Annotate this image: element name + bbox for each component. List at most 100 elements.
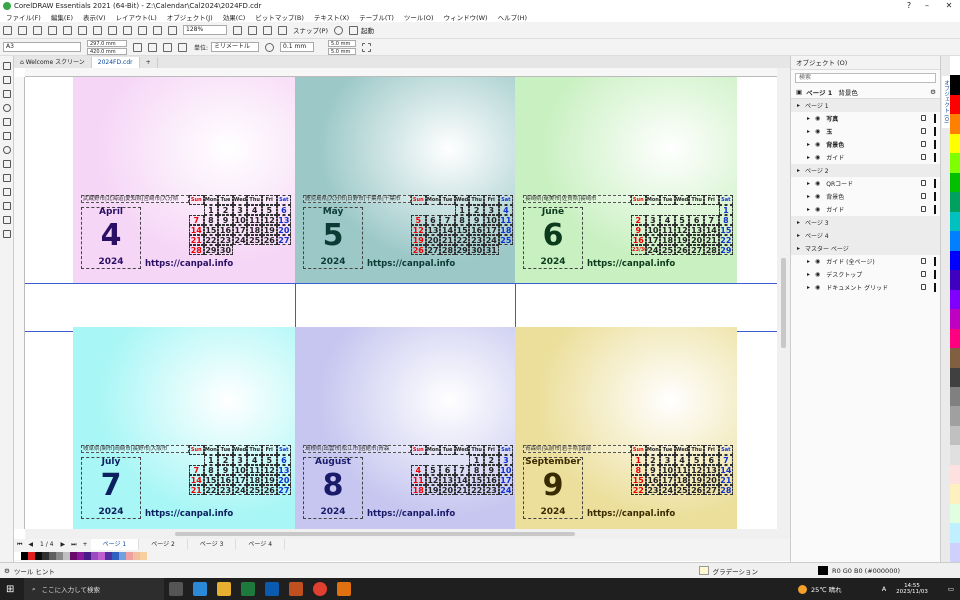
page-width-input[interactable]: 297.0 mm bbox=[87, 39, 127, 47]
horizontal-scrollbar[interactable] bbox=[25, 529, 790, 539]
tree-page-node[interactable]: ▸ マスター ページ bbox=[791, 242, 940, 255]
nudge-distance-input[interactable]: 0.1 mm bbox=[280, 42, 315, 52]
tree-layer-node[interactable]: ▸ ◉ QRコード bbox=[791, 177, 940, 190]
expand-chevron-icon[interactable]: ▸ bbox=[797, 219, 800, 226]
prev-page-icon[interactable]: ◀ bbox=[25, 541, 36, 548]
cut-icon[interactable] bbox=[63, 25, 72, 35]
duplicate-x-input[interactable]: 5.0 mm bbox=[328, 39, 357, 47]
docker-options-gear-icon[interactable]: ⚙ bbox=[930, 88, 936, 96]
import-icon[interactable] bbox=[138, 25, 147, 35]
color-swatch[interactable] bbox=[133, 551, 140, 560]
outlook-icon[interactable] bbox=[265, 582, 279, 596]
freehand-tool-icon[interactable] bbox=[3, 118, 11, 126]
color-swatch[interactable] bbox=[105, 551, 112, 560]
page-frame-icon[interactable] bbox=[362, 42, 372, 52]
color-swatch[interactable] bbox=[63, 551, 70, 560]
color-swatch[interactable] bbox=[112, 551, 119, 560]
ime-indicator[interactable]: A bbox=[882, 585, 886, 593]
portrait-icon[interactable] bbox=[133, 42, 142, 52]
color-swatch[interactable] bbox=[950, 309, 960, 329]
tree-layer-node[interactable]: ▸ ◉ 背景色 bbox=[791, 138, 940, 151]
color-swatch[interactable] bbox=[950, 367, 960, 387]
color-swatch[interactable] bbox=[950, 406, 960, 426]
lock-icon[interactable] bbox=[921, 284, 926, 290]
explorer-icon[interactable] bbox=[217, 582, 231, 596]
color-swatch[interactable] bbox=[950, 211, 960, 232]
tree-page-node[interactable]: ▸ ページ 4 bbox=[791, 229, 940, 242]
zoom-level-input[interactable]: 128% bbox=[183, 25, 227, 35]
ellipse-tool-icon[interactable] bbox=[3, 146, 11, 154]
open-icon[interactable] bbox=[18, 25, 27, 35]
color-swatch[interactable] bbox=[950, 270, 960, 290]
paper-size-select[interactable]: A3 bbox=[3, 42, 81, 52]
app-icon[interactable] bbox=[289, 582, 303, 596]
color-swatch[interactable] bbox=[950, 386, 960, 407]
current-page-icon[interactable] bbox=[178, 42, 187, 52]
color-swatch[interactable] bbox=[119, 551, 126, 560]
polygon-tool-icon[interactable] bbox=[3, 160, 11, 168]
color-swatch[interactable] bbox=[950, 464, 960, 485]
page-tab-1[interactable]: ページ 1 bbox=[90, 539, 140, 550]
save-icon[interactable] bbox=[33, 25, 42, 35]
vertical-ruler[interactable] bbox=[14, 77, 25, 529]
new-tab-icon[interactable]: + bbox=[139, 57, 158, 68]
color-swatch[interactable] bbox=[35, 551, 42, 560]
scroll-thumb[interactable] bbox=[781, 258, 786, 348]
expand-chevron-icon[interactable]: ▸ bbox=[807, 258, 810, 265]
calendar-panel[interactable]: 鹿児島県|大分市|日野市|千葉県|千葉市 May 5 2024 https://canp… bbox=[295, 77, 515, 283]
calendar-panel[interactable]: 島根県|出雲市|松江市|函館市|青森 August 8 2024 https://can… bbox=[295, 327, 515, 529]
color-swatch[interactable] bbox=[950, 94, 960, 115]
lock-icon[interactable] bbox=[921, 115, 926, 121]
lock-icon[interactable] bbox=[921, 180, 926, 186]
new-document-icon[interactable] bbox=[3, 25, 12, 35]
lock-icon[interactable] bbox=[921, 258, 926, 264]
color-swatch[interactable] bbox=[950, 75, 960, 95]
lock-icon[interactable] bbox=[921, 141, 926, 147]
color-swatch[interactable] bbox=[950, 56, 960, 76]
clock[interactable]: 14:55 2023/11/03 bbox=[896, 583, 928, 595]
tree-layer-node[interactable]: ▸ ◉ デスクトップ bbox=[791, 268, 940, 281]
expand-chevron-icon[interactable]: ▸ bbox=[807, 128, 810, 135]
add-page-icon[interactable]: + bbox=[80, 541, 91, 548]
menu-item[interactable]: ツール(O) bbox=[404, 12, 434, 22]
expand-chevron-icon[interactable]: ▸ bbox=[807, 141, 810, 148]
expand-chevron-icon[interactable]: ▸ bbox=[807, 193, 810, 200]
last-page-icon[interactable]: ⏭ bbox=[68, 541, 79, 549]
color-swatch[interactable] bbox=[140, 551, 147, 560]
options-gear-icon[interactable] bbox=[334, 25, 343, 35]
zoom-tool-icon[interactable] bbox=[3, 104, 11, 112]
objects-docker-tab[interactable]: オブジェクト (O) bbox=[942, 76, 950, 128]
crop-tool-icon[interactable] bbox=[3, 90, 11, 98]
next-page-icon[interactable]: ▶ bbox=[58, 541, 69, 548]
color-swatch[interactable] bbox=[14, 551, 21, 560]
landscape-icon[interactable] bbox=[148, 42, 157, 52]
expand-chevron-icon[interactable]: ▸ bbox=[807, 271, 810, 278]
tab-document[interactable]: 2024FD.cdr bbox=[91, 57, 140, 68]
color-swatch[interactable] bbox=[84, 551, 91, 560]
color-swatch[interactable] bbox=[950, 192, 960, 212]
shadow-tool-icon[interactable] bbox=[3, 188, 11, 196]
menu-item[interactable]: テキスト(X) bbox=[314, 12, 349, 22]
expand-chevron-icon[interactable]: ▸ bbox=[807, 154, 810, 161]
color-swatch[interactable] bbox=[98, 551, 105, 560]
color-swatch[interactable] bbox=[950, 445, 960, 465]
color-swatch[interactable] bbox=[56, 551, 63, 560]
calendar-panel[interactable]: 長崎県|奄美市|佐賀県|長崎市 June 6 2024 https://canpal.i… bbox=[515, 77, 737, 283]
all-pages-icon[interactable] bbox=[163, 42, 172, 52]
menu-item[interactable]: オブジェクト(J) bbox=[167, 12, 213, 22]
pick-tool-icon[interactable] bbox=[3, 62, 11, 70]
color-swatch[interactable] bbox=[950, 484, 960, 504]
task-view-icon[interactable] bbox=[169, 582, 183, 596]
page-tab-2[interactable]: ページ 2 bbox=[139, 539, 188, 550]
calendar-panel[interactable]: 武蔵野市|北海道|愛知県|宮崎市|大分県 April 4 2024 https://ca… bbox=[73, 77, 295, 283]
page-tab-4[interactable]: ページ 4 bbox=[236, 539, 286, 550]
menu-item[interactable]: ビットマップ(B) bbox=[255, 12, 304, 22]
text-tool-icon[interactable] bbox=[3, 174, 11, 182]
rulers-icon[interactable] bbox=[248, 25, 257, 35]
color-swatch[interactable] bbox=[21, 551, 28, 560]
tree-layer-node[interactable]: ▸ ◉ ガイド (全ページ) bbox=[791, 255, 940, 268]
expand-chevron-icon[interactable]: ▸ bbox=[797, 102, 800, 109]
color-swatch[interactable] bbox=[950, 523, 960, 543]
tree-layer-node[interactable]: ▸ ◉ 写真 bbox=[791, 112, 940, 125]
fill-tool-icon[interactable] bbox=[3, 230, 11, 238]
